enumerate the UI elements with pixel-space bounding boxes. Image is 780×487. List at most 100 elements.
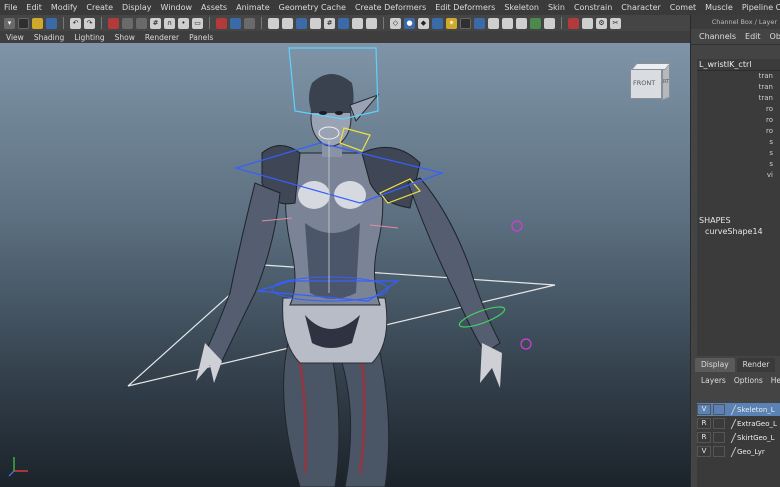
attribute-row[interactable]: tran (697, 93, 780, 104)
attribute-row[interactable]: tran (697, 82, 780, 93)
menu-comet[interactable]: Comet (670, 3, 696, 12)
layer-menu-layers[interactable]: Layers (701, 376, 726, 385)
menu-pipeline-cache[interactable]: Pipeline Cache (742, 3, 780, 12)
menu-character[interactable]: Character (621, 3, 661, 12)
view-cube[interactable]: FRONT RT (630, 63, 672, 101)
mode-dropdown-icon[interactable]: ▾ (4, 17, 15, 29)
layer-color-swatch[interactable] (713, 432, 725, 443)
xray-icon[interactable] (530, 17, 541, 29)
layer-color-swatch[interactable] (713, 404, 725, 415)
channel-box-menu-channels[interactable]: Channels (699, 32, 736, 41)
menu-file[interactable]: File (4, 3, 17, 12)
panel-menu-panels[interactable]: Panels (189, 33, 213, 42)
attribute-row[interactable]: s (697, 137, 780, 148)
3d-viewport[interactable]: FRONT RT (0, 43, 690, 487)
menu-assets[interactable]: Assets (201, 3, 227, 12)
snap-point-icon[interactable]: • (178, 17, 189, 29)
menu-display[interactable]: Display (122, 3, 152, 12)
snap-plane-icon[interactable]: ▭ (192, 17, 203, 29)
channel-box-menu-object[interactable]: Object (770, 32, 780, 41)
menu-muscle[interactable]: Muscle (705, 3, 733, 12)
r-elbow-pv-ctrl[interactable] (511, 220, 523, 232)
camera-lock-icon[interactable] (282, 17, 293, 29)
camera-icon[interactable] (582, 17, 593, 29)
layer-row[interactable]: R SkirtGeo_L (697, 431, 780, 444)
redo-icon[interactable]: ↷ (84, 17, 95, 29)
menu-window[interactable]: Window (161, 3, 193, 12)
tab-display[interactable]: Display (695, 358, 735, 372)
image-plane-icon[interactable] (310, 17, 321, 29)
resolution-gate-icon[interactable] (352, 17, 363, 29)
snap-grid-icon[interactable]: # (150, 17, 161, 29)
wireframe-icon[interactable]: ◇ (390, 17, 401, 29)
ambient-occlusion-icon[interactable] (474, 17, 485, 29)
new-scene-icon[interactable] (18, 17, 29, 29)
menu-constrain[interactable]: Constrain (574, 3, 612, 12)
grid-toggle-icon[interactable]: # (324, 17, 335, 29)
undo-icon[interactable]: ↶ (70, 17, 81, 29)
select-object-icon[interactable] (122, 17, 133, 29)
tab-render[interactable]: Render (736, 358, 776, 372)
layer-color-swatch[interactable] (713, 418, 725, 429)
menu-skin[interactable]: Skin (548, 3, 565, 12)
render-frame-icon[interactable] (216, 17, 227, 29)
panel-menu-lighting[interactable]: Lighting (74, 33, 104, 42)
attribute-row[interactable]: s (697, 159, 780, 170)
render-settings-icon[interactable] (244, 17, 255, 29)
attribute-row[interactable]: ro (697, 104, 780, 115)
attribute-row[interactable]: tran (697, 71, 780, 82)
layer-visibility-toggle[interactable]: R (697, 432, 711, 443)
layer-row[interactable]: V Geo_Lyr (697, 445, 780, 458)
anti-alias-icon[interactable] (502, 17, 513, 29)
menu-edit-deformers[interactable]: Edit Deformers (435, 3, 495, 12)
menu-skeleton[interactable]: Skeleton (504, 3, 539, 12)
attribute-row[interactable]: ro (697, 115, 780, 126)
save-scene-icon[interactable] (46, 17, 57, 29)
attribute-row[interactable]: s (697, 148, 780, 159)
snap-curve-icon[interactable]: ∩ (164, 17, 175, 29)
cut-icon[interactable]: ✂ (610, 17, 621, 29)
select-hierarchy-icon[interactable] (108, 17, 119, 29)
attribute-row[interactable]: vi (697, 170, 780, 181)
select-component-icon[interactable] (136, 17, 147, 29)
menu-animate[interactable]: Animate (236, 3, 270, 12)
panel-menu-show[interactable]: Show (115, 33, 135, 42)
attribute-row[interactable]: ro (697, 126, 780, 137)
shadows-icon[interactable] (460, 17, 471, 29)
panel-menu-shading[interactable]: Shading (34, 33, 64, 42)
layer-menu-options[interactable]: Options (734, 376, 763, 385)
layer-visibility-toggle[interactable]: V (697, 446, 711, 457)
depth-of-field-icon[interactable] (516, 17, 527, 29)
motion-blur-icon[interactable] (488, 17, 499, 29)
panel-menu-renderer[interactable]: Renderer (145, 33, 179, 42)
layer-menu-help[interactable]: Help (771, 376, 780, 385)
isolate-select-icon[interactable] (568, 17, 579, 29)
open-scene-icon[interactable] (32, 17, 43, 29)
menu-modify[interactable]: Modify (51, 3, 78, 12)
menu-edit[interactable]: Edit (26, 3, 42, 12)
layer-row[interactable]: V Skeleton_L (697, 403, 780, 416)
shape-node-name[interactable]: curveShape14 (705, 227, 763, 236)
channel-box-menu-edit[interactable]: Edit (745, 32, 761, 41)
camera-attributes-icon[interactable] (268, 17, 279, 29)
ipr-render-icon[interactable] (230, 17, 241, 29)
layer-visibility-toggle[interactable]: R (697, 418, 711, 429)
r-knee-pv-ctrl[interactable] (520, 338, 532, 350)
layer-row[interactable]: R ExtraGeo_L (697, 417, 780, 430)
menu-create[interactable]: Create (86, 3, 113, 12)
bookmark-icon[interactable] (296, 17, 307, 29)
menu-create-deformers[interactable]: Create Deformers (355, 3, 426, 12)
layer-visibility-toggle[interactable]: V (697, 404, 711, 415)
menu-geometry-cache[interactable]: Geometry Cache (279, 3, 346, 12)
settings-icon[interactable]: ⚙ (596, 17, 607, 29)
panel-menu-view[interactable]: View (6, 33, 24, 42)
texture-icon[interactable] (432, 17, 443, 29)
layer-color-swatch[interactable] (713, 446, 725, 457)
film-gate-icon[interactable] (338, 17, 349, 29)
safe-action-icon[interactable] (366, 17, 377, 29)
selected-object-name[interactable]: L_wristIK_ctrl (697, 59, 780, 71)
wireframe-on-shaded-icon[interactable]: ◆ (418, 17, 429, 29)
xray-joints-icon[interactable] (544, 17, 555, 29)
smooth-shade-icon[interactable]: ● (404, 17, 415, 29)
lights-icon[interactable]: ✶ (446, 17, 457, 29)
